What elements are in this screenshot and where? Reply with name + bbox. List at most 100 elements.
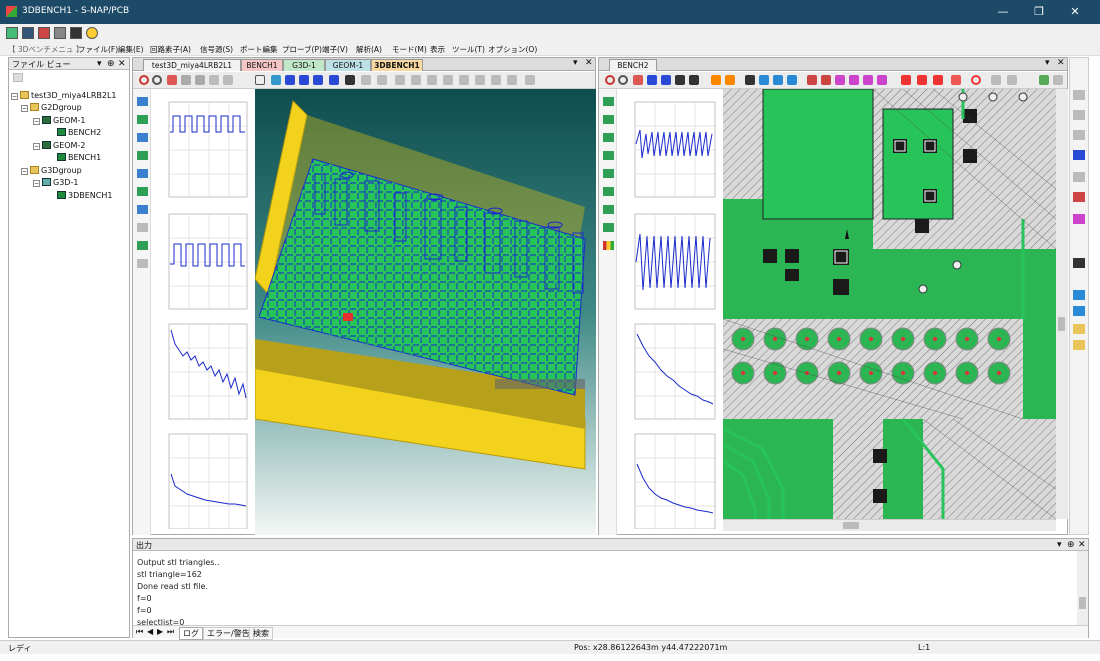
pane-close-icon[interactable]: ✕ xyxy=(585,58,593,68)
layer-icon[interactable] xyxy=(787,75,797,85)
panel-menu-icon[interactable]: ▾ xyxy=(97,59,102,69)
restore-button[interactable]: ❐ xyxy=(1026,3,1052,21)
3d-viewport[interactable] xyxy=(255,89,596,535)
nav-next-icon[interactable]: ▶ xyxy=(157,627,163,636)
waveform-icon[interactable] xyxy=(137,97,148,106)
tool-icon[interactable] xyxy=(475,75,485,85)
tree-item-geom1[interactable]: − GEOM-1 xyxy=(33,116,85,125)
pin-icon[interactable]: ⊕ xyxy=(107,59,115,69)
pcb-layout-view[interactable] xyxy=(723,89,1056,519)
tool-icon[interactable] xyxy=(1073,172,1085,182)
app-menu-icon[interactable] xyxy=(6,27,18,39)
waveform-icon[interactable] xyxy=(603,223,614,232)
pane-close-icon[interactable]: ✕ xyxy=(1057,58,1065,68)
scrollbar-thumb[interactable] xyxy=(843,522,859,529)
tool-icon[interactable] xyxy=(443,75,453,85)
expand-icon[interactable] xyxy=(209,75,219,85)
tool-icon[interactable] xyxy=(1073,150,1085,160)
tree-item-g3dgroup[interactable]: − G3Dgroup xyxy=(21,166,82,175)
zoom-fit-icon[interactable] xyxy=(167,75,177,85)
collapse-icon[interactable] xyxy=(689,75,699,85)
marker-icon[interactable] xyxy=(711,75,721,85)
tool-icon[interactable] xyxy=(1073,90,1085,100)
waveform-icon[interactable] xyxy=(137,241,148,250)
trophy-icon[interactable] xyxy=(1073,324,1085,334)
panel-close-icon[interactable]: ✕ xyxy=(1078,540,1086,550)
save-icon[interactable] xyxy=(38,27,50,39)
scrollbar-thumb[interactable] xyxy=(1079,597,1086,609)
waveform-icon[interactable] xyxy=(603,151,614,160)
color-bar-icon[interactable] xyxy=(603,241,614,250)
source-icon[interactable] xyxy=(917,75,927,85)
tree-item-bench2[interactable]: BENCH2 xyxy=(57,128,101,137)
waveform-icon[interactable] xyxy=(603,97,614,106)
tree-item-root[interactable]: − test3D_miya4LRB2L1 xyxy=(11,91,117,100)
vertical-scrollbar[interactable] xyxy=(1056,89,1068,519)
horizontal-scrollbar[interactable] xyxy=(723,519,1056,531)
view-3d-icon[interactable] xyxy=(345,75,355,85)
pan-up-icon[interactable] xyxy=(647,75,657,85)
collapse-icon[interactable] xyxy=(223,75,233,85)
view-iso-icon[interactable] xyxy=(329,75,339,85)
target-icon[interactable] xyxy=(971,75,981,85)
zoom-in-icon[interactable] xyxy=(139,75,149,85)
port-icon[interactable] xyxy=(877,75,887,85)
waveform-icon[interactable] xyxy=(137,115,148,124)
toolbar-icon[interactable] xyxy=(13,73,23,82)
menu-item-edit[interactable]: 編集(E) xyxy=(118,44,144,55)
menu-item-view[interactable]: 表示 xyxy=(430,44,445,55)
probe-icon[interactable] xyxy=(821,75,831,85)
port-icon[interactable] xyxy=(863,75,873,85)
tool-icon[interactable] xyxy=(525,75,535,85)
zoom-out-icon[interactable] xyxy=(618,75,628,85)
layer-icon[interactable] xyxy=(745,75,755,85)
menu-item-options[interactable]: オプション(O) xyxy=(488,44,537,55)
waveform-icon[interactable] xyxy=(603,205,614,214)
source-icon[interactable] xyxy=(951,75,961,85)
nav-last-icon[interactable]: ⏭ xyxy=(167,627,174,637)
waveform-icon[interactable] xyxy=(603,187,614,196)
tab-geom1[interactable]: GEOM-1 xyxy=(325,59,371,71)
menu-item-tools[interactable]: ツール(T) xyxy=(452,44,485,55)
tab-bench2[interactable]: BENCH2 xyxy=(609,59,657,71)
tool-icon[interactable] xyxy=(427,75,437,85)
tab-menu-icon[interactable]: ▾ xyxy=(573,58,578,68)
menu-item-3d-bench[interactable]: 【 3Dベンチメニュ 】 xyxy=(8,44,83,55)
menu-item-mode[interactable]: モード(M) xyxy=(392,44,427,55)
tree-item-bench1[interactable]: BENCH1 xyxy=(57,153,101,162)
view-front-icon[interactable] xyxy=(285,75,295,85)
pin-icon[interactable]: ⊕ xyxy=(1067,540,1075,550)
tab-search[interactable]: 検索 xyxy=(249,627,273,640)
waveform-icon[interactable] xyxy=(603,169,614,178)
tab-log[interactable]: ログ xyxy=(179,627,203,640)
tool-icon[interactable] xyxy=(377,75,387,85)
tool-icon[interactable] xyxy=(507,75,517,85)
menu-item-signal[interactable]: 信号源(S) xyxy=(200,44,233,55)
tree-item-geom2[interactable]: − GEOM-2 xyxy=(33,141,85,150)
tool-icon[interactable] xyxy=(1039,75,1049,85)
tool-icon[interactable] xyxy=(491,75,501,85)
tool-icon[interactable] xyxy=(459,75,469,85)
source-icon[interactable] xyxy=(901,75,911,85)
layer-icon[interactable] xyxy=(773,75,783,85)
waveform-icon[interactable] xyxy=(137,187,148,196)
tool-icon[interactable] xyxy=(1073,130,1085,140)
disk-icon[interactable] xyxy=(70,27,82,39)
tool-icon[interactable] xyxy=(137,223,148,232)
tool-icon[interactable] xyxy=(1073,192,1085,202)
waveform-icon[interactable] xyxy=(603,133,614,142)
tree-item-g3d1[interactable]: − G3D-1 xyxy=(33,178,78,187)
menu-item-probe[interactable]: プローブ(P) xyxy=(282,44,322,55)
tool-icon[interactable] xyxy=(1073,290,1085,300)
panel-close-icon[interactable]: ✕ xyxy=(118,59,126,69)
nav-first-icon[interactable]: ⏮ xyxy=(136,627,143,637)
layer-icon[interactable] xyxy=(759,75,769,85)
waveform-icon[interactable] xyxy=(137,205,148,214)
zoom-fit-icon[interactable] xyxy=(633,75,643,85)
tab-test3d[interactable]: test3D_miya4LRB2L1 xyxy=(143,59,241,71)
layout-icon[interactable] xyxy=(54,27,66,39)
menu-item-circuit[interactable]: 回路素子(A) xyxy=(150,44,191,55)
tool-icon[interactable] xyxy=(1007,75,1017,85)
menu-item-port[interactable]: ポート編集 xyxy=(240,44,278,55)
tool-icon[interactable] xyxy=(1073,258,1085,268)
